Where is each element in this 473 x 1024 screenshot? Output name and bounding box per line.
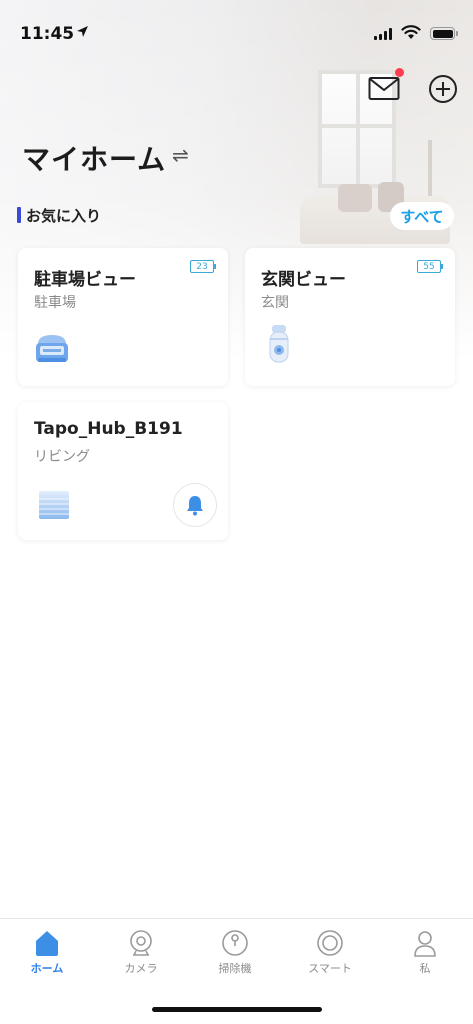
add-device-button[interactable] [428, 74, 458, 104]
alarm-bell-button[interactable] [173, 483, 217, 527]
section-accent-bar [17, 207, 21, 223]
bell-icon [187, 496, 203, 516]
battery-badge: 55 [417, 260, 443, 273]
battery-icon [430, 27, 458, 40]
plus-circle-icon [429, 75, 457, 103]
device-card[interactable]: Tapo_Hub_B191 リビング [18, 402, 228, 540]
vacuum-icon [222, 930, 248, 956]
switch-home-icon[interactable]: ⇌ [172, 143, 189, 167]
person-icon [414, 931, 436, 957]
device-card[interactable]: 玄関ビュー 玄関 55 [245, 248, 455, 386]
device-room: リビング [34, 449, 90, 465]
home-title[interactable]: マイホーム [22, 138, 166, 178]
tab-me[interactable]: 私 [390, 929, 460, 976]
smart-icon [317, 930, 343, 956]
tab-label: 掃除機 [218, 962, 252, 975]
status-time: 11:45 [20, 24, 75, 44]
bullet-camera-icon [267, 324, 291, 370]
device-name: 玄関ビュー [261, 270, 346, 290]
home-indicator[interactable] [152, 1007, 322, 1012]
camera-icon [130, 930, 152, 956]
mail-button[interactable] [368, 68, 404, 101]
camera-icon [34, 332, 70, 370]
battery-badge: 23 [190, 260, 216, 273]
wifi-icon [401, 24, 421, 44]
see-all-button[interactable]: すべて [390, 202, 454, 230]
location-arrow-icon [76, 25, 89, 42]
hub-icon [38, 490, 70, 524]
mail-icon [368, 77, 400, 100]
signal-icon [374, 28, 392, 40]
device-name: Tapo_Hub_B191 [34, 419, 183, 439]
tab-label: ホーム [30, 962, 64, 975]
device-card[interactable]: 駐車場ビュー 駐車場 23 [18, 248, 228, 386]
notification-dot [395, 68, 404, 77]
background-cushion [338, 184, 372, 212]
tab-home[interactable]: ホーム [12, 929, 82, 976]
device-room: 玄関 [261, 295, 289, 311]
tab-smart[interactable]: スマート [295, 929, 365, 976]
home-icon [36, 931, 58, 956]
device-room: 駐車場 [34, 295, 76, 311]
tab-camera[interactable]: カメラ [106, 929, 176, 976]
tab-label: カメラ [124, 962, 158, 975]
tab-vacuum[interactable]: 掃除機 [200, 929, 270, 976]
tab-label: スマート [308, 962, 352, 975]
tab-label: 私 [419, 962, 431, 975]
status-bar: 11:45 [0, 0, 473, 60]
favorites-label: お気に入り [26, 207, 102, 225]
device-name: 駐車場ビュー [34, 270, 136, 290]
